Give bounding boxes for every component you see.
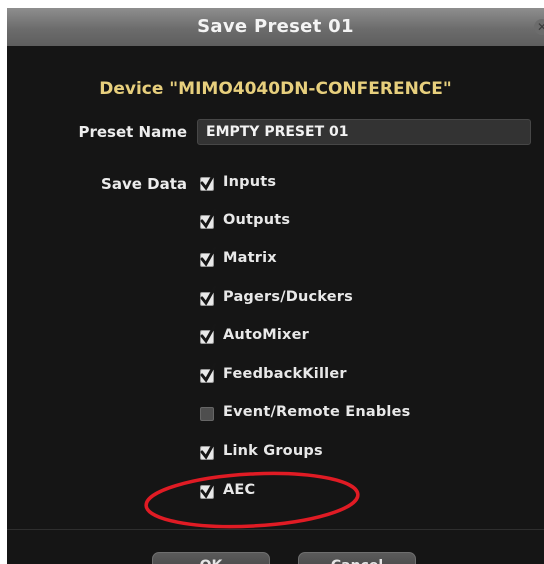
checkbox-label: AEC [223, 482, 256, 498]
checkbox-label: Event/Remote Enables [223, 404, 411, 420]
checkbox-label: Pagers/Duckers [223, 289, 353, 305]
cancel-button[interactable]: Cancel [298, 552, 416, 564]
checkbox-checked-icon[interactable] [200, 208, 217, 229]
device-label: Device "MIMO4040DN-CONFERENCE" [99, 79, 452, 99]
close-icon[interactable]: ✕ [534, 19, 544, 35]
save-preset-dialog: Save Preset 01 ✕ Device "MIMO4040DN-CONF… [7, 8, 544, 564]
ok-button[interactable]: OK [152, 552, 270, 564]
checkbox-checked-icon[interactable] [200, 170, 217, 191]
save-data-label: Save Data [101, 175, 187, 193]
checkbox-checked-icon[interactable] [200, 478, 217, 499]
preset-name-input[interactable]: EMPTY PRESET 01 [197, 119, 531, 145]
checkbox-label: FeedbackKiller [223, 366, 347, 382]
checkbox-label: Outputs [223, 212, 291, 228]
title-bar[interactable]: Save Preset 01 ✕ [7, 8, 544, 46]
dialog-title: Save Preset 01 [197, 16, 354, 37]
footer-divider [7, 529, 544, 530]
checkbox-label: Link Groups [223, 443, 323, 459]
checkbox-checked-icon[interactable] [200, 246, 217, 267]
checkbox-label: Inputs [223, 174, 277, 190]
preset-name-label: Preset Name [78, 123, 187, 141]
checkbox-unchecked-icon[interactable] [200, 407, 214, 421]
checkbox-checked-icon[interactable] [200, 362, 217, 383]
checkbox-checked-icon[interactable] [200, 323, 217, 344]
checkbox-checked-icon[interactable] [200, 285, 217, 306]
checkbox-checked-icon[interactable] [200, 439, 217, 460]
checkbox-label: Matrix [223, 250, 277, 266]
checkbox-label: AutoMixer [223, 327, 309, 343]
